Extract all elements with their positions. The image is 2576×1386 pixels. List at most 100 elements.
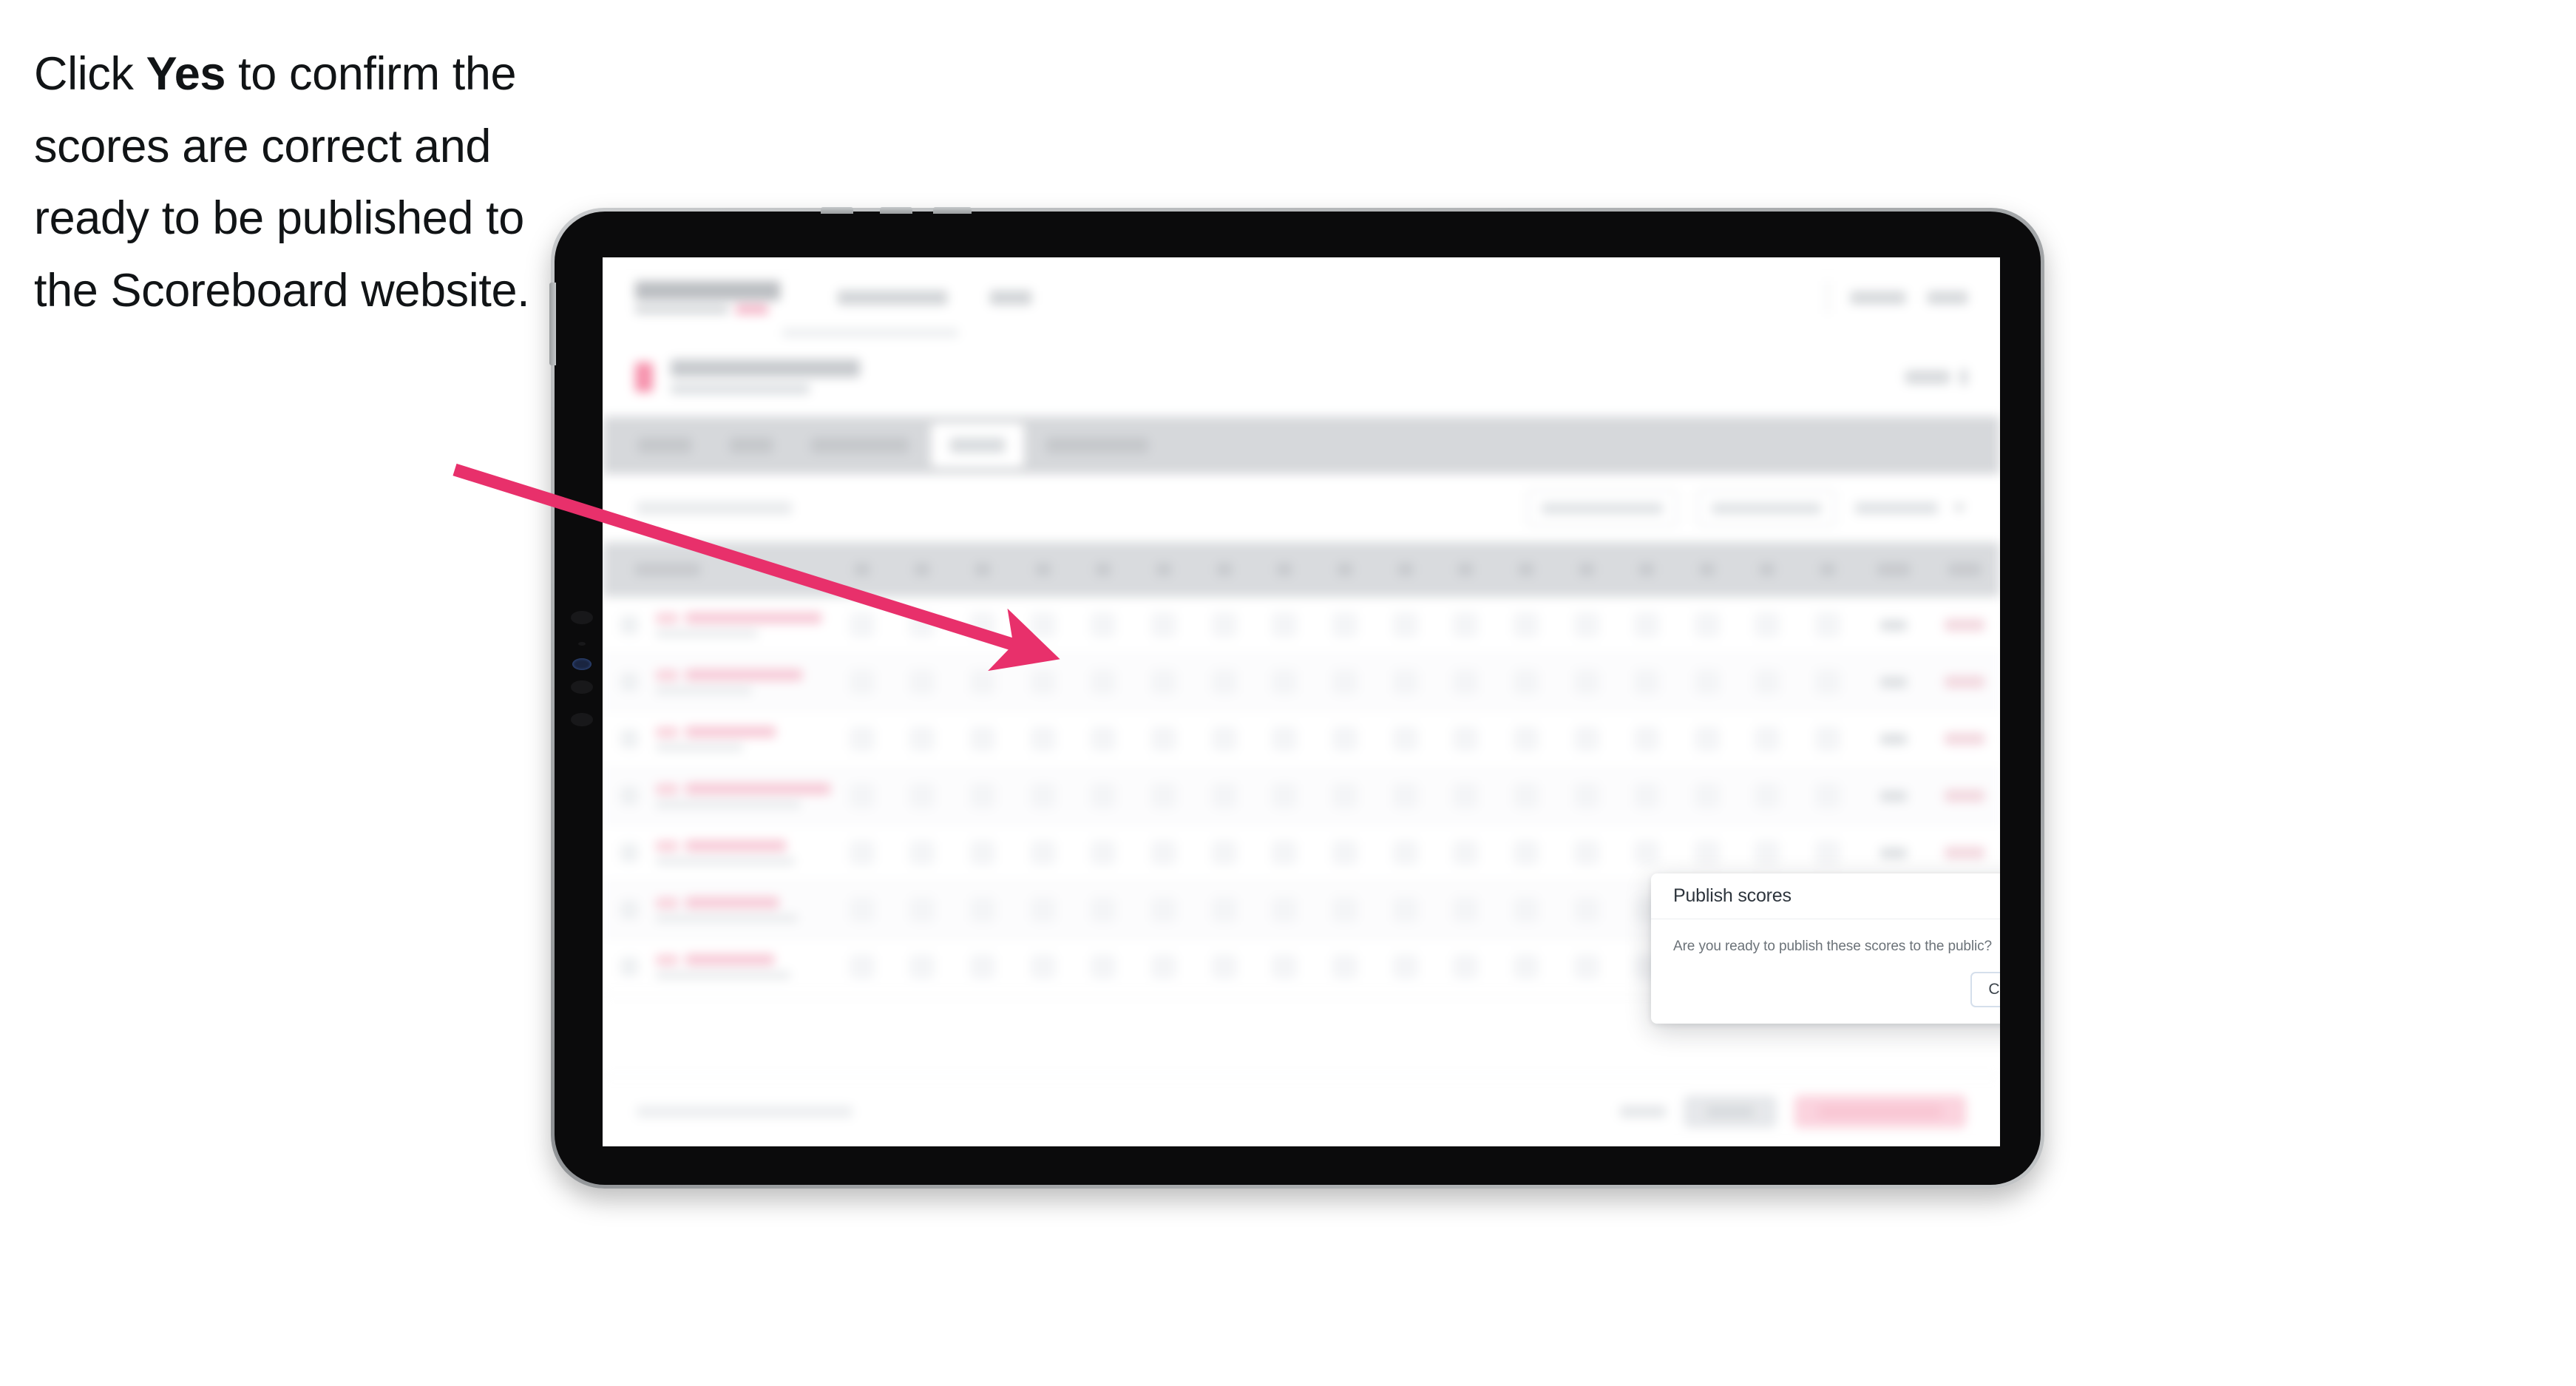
score-cell[interactable]: [952, 783, 1013, 808]
score-cell[interactable]: [1254, 897, 1315, 922]
score-cell[interactable]: [892, 726, 953, 751]
footer-cancel-button[interactable]: [1620, 1095, 1666, 1128]
score-cell[interactable]: [1194, 840, 1255, 865]
header-right-item-1[interactable]: [1851, 291, 1905, 304]
row-checkbox[interactable]: [603, 672, 656, 692]
footer-publish-button[interactable]: [1794, 1095, 1966, 1128]
score-cell[interactable]: [892, 954, 953, 979]
score-cell[interactable]: [1556, 669, 1617, 694]
score-cell[interactable]: [1738, 612, 1798, 638]
score-cell[interactable]: [1254, 612, 1315, 638]
score-cell[interactable]: [1375, 954, 1436, 979]
score-cell[interactable]: [1375, 783, 1436, 808]
tab-5[interactable]: [1027, 416, 1167, 474]
score-cell[interactable]: [1074, 783, 1134, 808]
page-title-action-label[interactable]: [1905, 370, 1950, 384]
score-cell[interactable]: [1074, 726, 1134, 751]
score-cell[interactable]: [1496, 783, 1556, 808]
score-cell[interactable]: [952, 669, 1013, 694]
score-cell[interactable]: [1375, 726, 1436, 751]
score-cell[interactable]: [1133, 726, 1194, 751]
score-cell[interactable]: [1677, 840, 1738, 865]
score-cell[interactable]: [832, 897, 892, 922]
score-cell[interactable]: [1797, 612, 1858, 638]
score-cell[interactable]: [1074, 669, 1134, 694]
row-checkbox[interactable]: [603, 957, 656, 976]
score-cell[interactable]: [1013, 669, 1074, 694]
score-cell[interactable]: [892, 783, 953, 808]
score-cell[interactable]: [1194, 897, 1255, 922]
score-cell[interactable]: [1013, 954, 1074, 979]
score-cell[interactable]: [1797, 726, 1858, 751]
app-logo[interactable]: [635, 280, 780, 314]
score-cell[interactable]: [1556, 840, 1617, 865]
score-cell[interactable]: [1013, 840, 1074, 865]
tab-2[interactable]: [711, 416, 792, 474]
score-cell[interactable]: [1797, 669, 1858, 694]
score-cell[interactable]: [1375, 840, 1436, 865]
footer-save-button[interactable]: [1684, 1095, 1777, 1128]
score-cell[interactable]: [1074, 897, 1134, 922]
score-cell[interactable]: [1133, 897, 1194, 922]
score-cell[interactable]: [1315, 783, 1375, 808]
tab-3[interactable]: [792, 416, 928, 474]
score-cell[interactable]: [1616, 726, 1677, 751]
score-cell[interactable]: [1194, 726, 1255, 751]
score-cell[interactable]: [1496, 669, 1556, 694]
score-cell[interactable]: [1013, 726, 1074, 751]
filter-select[interactable]: [1855, 502, 1966, 514]
header-right-item-2[interactable]: [1928, 291, 1967, 304]
score-cell[interactable]: [1496, 612, 1556, 638]
score-cell[interactable]: [952, 726, 1013, 751]
score-cell[interactable]: [1315, 669, 1375, 694]
score-cell[interactable]: [1616, 612, 1677, 638]
score-cell[interactable]: [1496, 840, 1556, 865]
header-nav-item-2[interactable]: [990, 290, 1031, 305]
score-cell[interactable]: [892, 612, 953, 638]
score-cell[interactable]: [1738, 783, 1798, 808]
score-cell[interactable]: [1435, 726, 1496, 751]
device-top-button-3[interactable]: [933, 207, 972, 214]
score-cell[interactable]: [1133, 612, 1194, 638]
device-side-button[interactable]: [549, 283, 556, 365]
score-cell[interactable]: [952, 840, 1013, 865]
score-cell[interactable]: [1435, 612, 1496, 638]
score-cell[interactable]: [1435, 783, 1496, 808]
device-top-button-1[interactable]: [821, 207, 853, 214]
score-cell[interactable]: [1133, 954, 1194, 979]
score-cell[interactable]: [832, 954, 892, 979]
score-cell[interactable]: [1677, 669, 1738, 694]
score-cell[interactable]: [1013, 897, 1074, 922]
score-cell[interactable]: [1254, 783, 1315, 808]
tab-1[interactable]: [619, 416, 711, 474]
score-cell[interactable]: [1738, 669, 1798, 694]
score-cell[interactable]: [1556, 783, 1617, 808]
score-cell[interactable]: [1797, 840, 1858, 865]
score-cell[interactable]: [1556, 897, 1617, 922]
score-cell[interactable]: [1194, 669, 1255, 694]
score-cell[interactable]: [892, 840, 953, 865]
score-cell[interactable]: [1435, 669, 1496, 694]
score-cell[interactable]: [1738, 726, 1798, 751]
score-cell[interactable]: [1194, 612, 1255, 638]
row-checkbox[interactable]: [603, 786, 656, 805]
score-cell[interactable]: [1254, 954, 1315, 979]
score-cell[interactable]: [1375, 612, 1436, 638]
score-cell[interactable]: [1616, 840, 1677, 865]
score-cell[interactable]: [892, 897, 953, 922]
score-cell[interactable]: [1556, 726, 1617, 751]
score-cell[interactable]: [1375, 897, 1436, 922]
table-row[interactable]: [603, 654, 2000, 711]
score-cell[interactable]: [892, 669, 953, 694]
score-cell[interactable]: [1133, 783, 1194, 808]
score-cell[interactable]: [832, 612, 892, 638]
score-cell[interactable]: [1556, 954, 1617, 979]
score-cell[interactable]: [1496, 954, 1556, 979]
row-checkbox[interactable]: [603, 900, 656, 919]
table-row[interactable]: [603, 711, 2000, 768]
tab-results-active[interactable]: [931, 423, 1024, 467]
score-cell[interactable]: [1315, 840, 1375, 865]
score-cell[interactable]: [1194, 954, 1255, 979]
score-cell[interactable]: [832, 726, 892, 751]
score-cell[interactable]: [832, 783, 892, 808]
